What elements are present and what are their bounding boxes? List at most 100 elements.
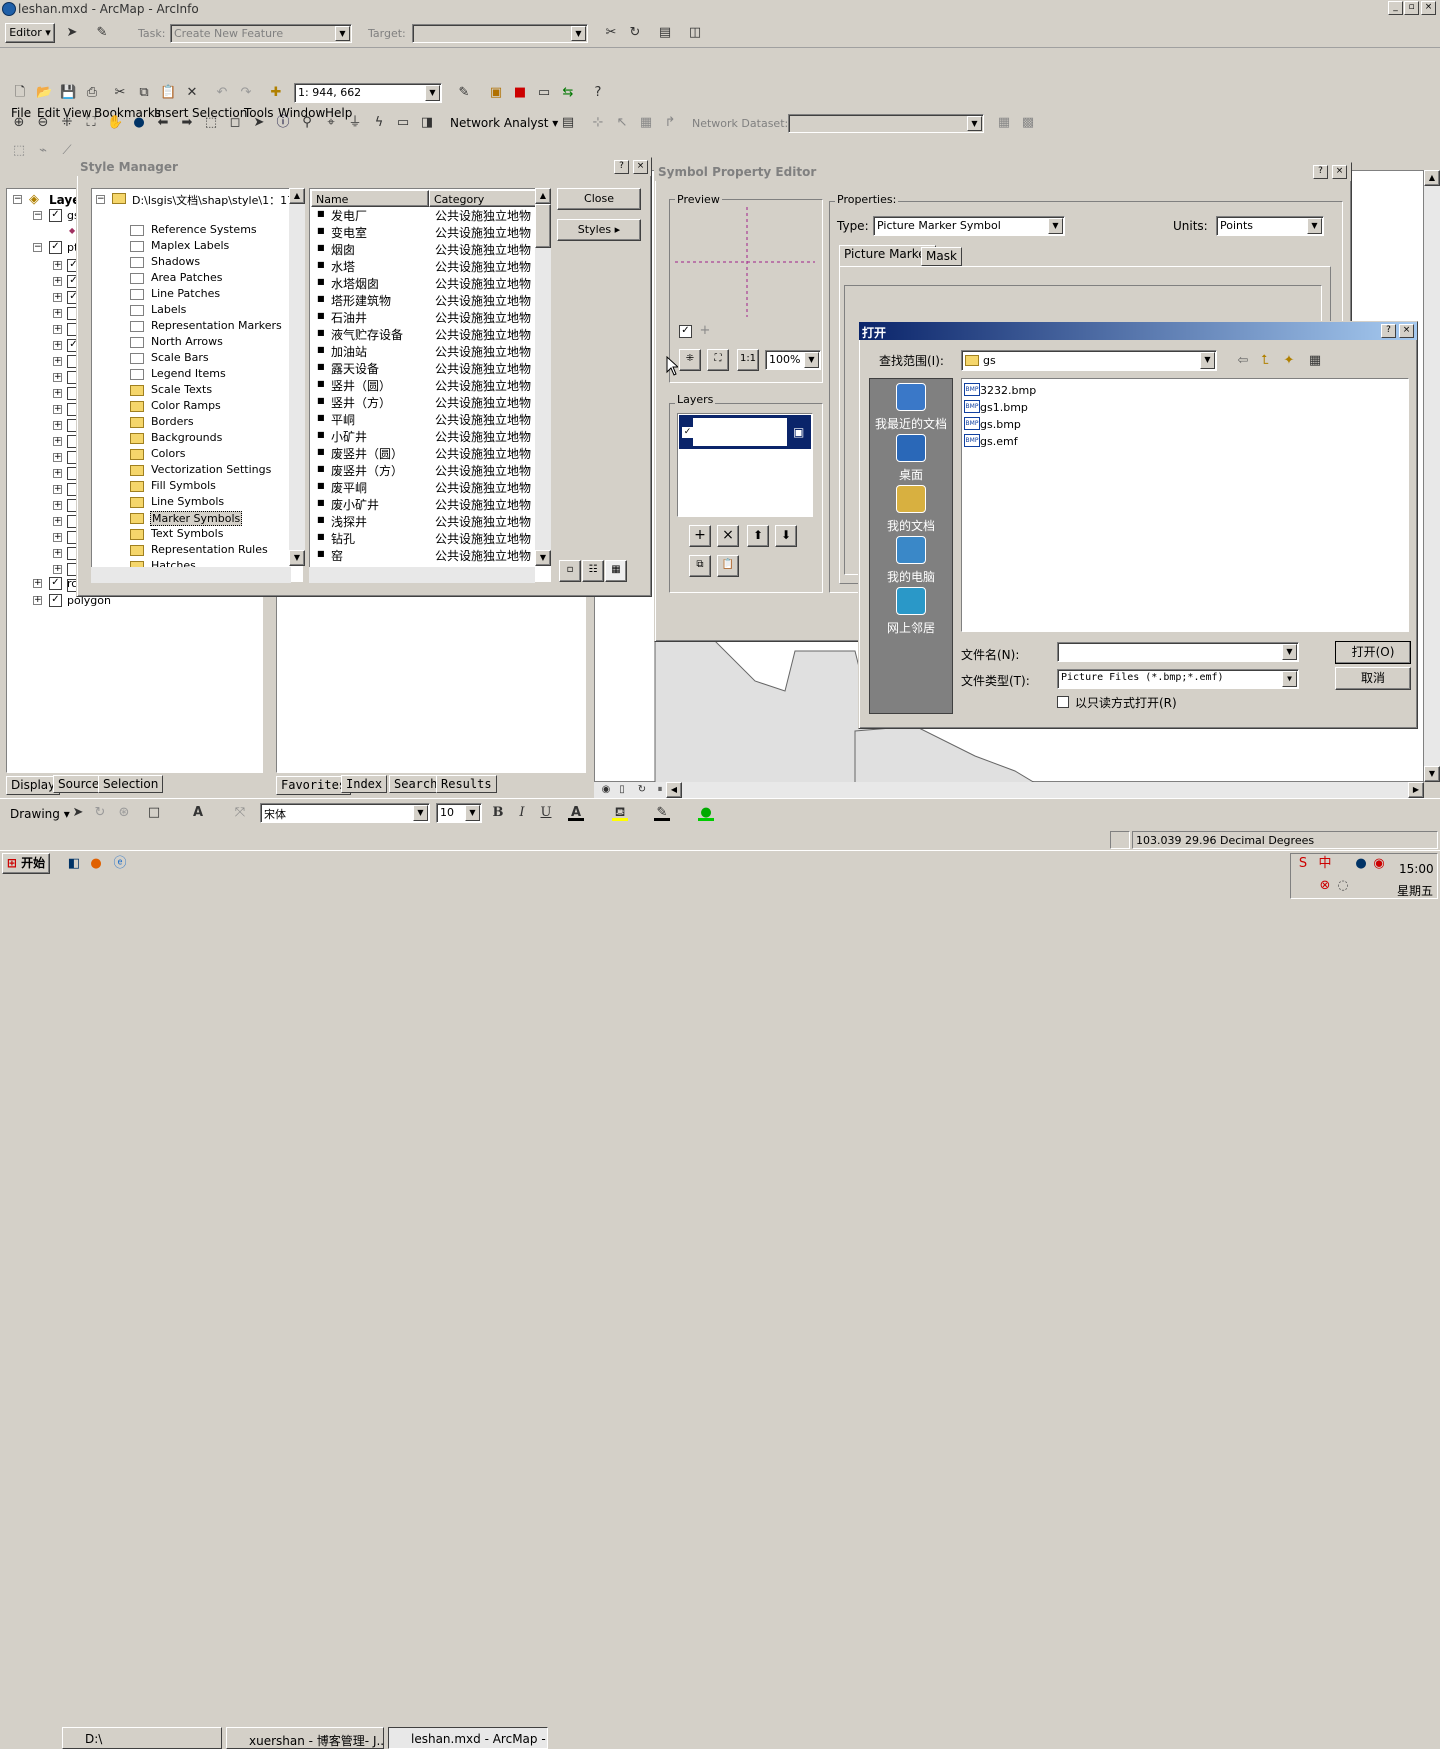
filename-input[interactable]: ▼ (1057, 642, 1299, 662)
map-hscroll[interactable]: ◉ ▯ ↻ ⏸ ◀ ▶ (594, 782, 1424, 798)
back-extent-icon[interactable]: ⬅ (155, 115, 171, 131)
fill-color-icon[interactable]: ⛾ (612, 805, 628, 821)
arccatalog-icon[interactable]: ▣ (488, 85, 504, 101)
zoom-whole-page-icon[interactable]: ⊛ (116, 805, 132, 821)
tree-vscroll-up[interactable]: ▲ (289, 188, 305, 204)
map-vscroll[interactable]: ▲ ▼ (1424, 170, 1440, 782)
remove-layer-button[interactable]: × (717, 525, 739, 547)
marker-color-icon[interactable]: ● (698, 805, 714, 821)
symbol-row[interactable]: ■ 废平峒 公共设施独立地物 (313, 479, 535, 496)
zoom-out-icon[interactable]: ⊖ (35, 115, 51, 131)
pan-icon[interactable]: ✋ (107, 115, 123, 131)
list-vscroll-up[interactable]: ▲ (535, 188, 551, 204)
symbol-row[interactable]: ■ 竖井（方） 公共设施独立地物 (313, 394, 535, 411)
tray-security-icon[interactable]: ◉ (1371, 856, 1387, 872)
close-button[interactable]: Close (557, 188, 641, 210)
draw-line-icon[interactable]: ⟋ (59, 143, 75, 159)
network-properties-icon[interactable]: ▩ (1020, 115, 1036, 131)
fixed-zoom-in-icon[interactable]: ⁜ (59, 115, 75, 131)
tab-mask[interactable]: Mask (921, 247, 962, 266)
symbol-row[interactable]: ■ 废竖井（圆） 公共设施独立地物 (313, 445, 535, 462)
style-folder-item[interactable]: Labels (150, 303, 187, 316)
tab-favorites[interactable]: Favorites (276, 776, 352, 795)
style-folder-item[interactable]: Fill Symbols (150, 479, 217, 492)
style-manager-close-x[interactable]: × (633, 160, 648, 174)
style-manager-help[interactable]: ? (614, 160, 629, 174)
ime-zh-icon[interactable]: 中 (1317, 856, 1333, 872)
data-view-icon[interactable]: ◉ (598, 782, 614, 798)
select-move-location-icon[interactable]: ↖ (614, 115, 630, 131)
place-item[interactable]: 我的电脑 (870, 568, 952, 585)
open-button[interactable]: 打开(O) (1335, 641, 1411, 664)
style-folder-item[interactable]: Color Ramps (150, 399, 222, 412)
pt-checkbox[interactable]: ✓ (49, 241, 62, 254)
select-elements-icon[interactable]: ➤ (251, 115, 267, 131)
restore-button[interactable]: ▫ (1404, 1, 1419, 15)
style-folder-item[interactable]: Marker Symbols (150, 511, 243, 526)
network-window-icon[interactable]: ▤ (560, 115, 576, 131)
italic-icon[interactable]: I (514, 805, 530, 821)
add-layer-button[interactable]: + (689, 525, 711, 547)
layer-lock-icon[interactable]: ▣ (793, 425, 804, 439)
symbol-row[interactable]: ■ 窑 公共设施独立地物 (313, 547, 535, 564)
new-doc-icon[interactable]: 🗋 (12, 85, 28, 101)
style-folder-item[interactable]: Text Symbols (150, 527, 224, 540)
symbol-row[interactable]: ■ 露天设备 公共设施独立地物 (313, 360, 535, 377)
sublayer-expand[interactable]: + (53, 293, 62, 302)
style-folder-item[interactable]: Borders (150, 415, 195, 428)
sublayer-expand[interactable]: + (53, 277, 62, 286)
network-dataset-combo[interactable]: ▼ (788, 114, 984, 133)
sublayer-expand[interactable]: + (53, 437, 62, 446)
sublayer-expand[interactable]: + (53, 261, 62, 270)
sublayer-expand[interactable]: + (53, 533, 62, 542)
symbol-row[interactable]: ■ 水塔 公共设施独立地物 (313, 258, 535, 275)
view-menu-icon[interactable]: ▦ (1307, 353, 1323, 369)
open-dialog-close[interactable]: × (1399, 324, 1414, 338)
list-view-icon[interactable]: ☷ (582, 560, 604, 582)
tray-speaker-icon[interactable]: ◌ (1335, 878, 1351, 894)
symbol-type-combo[interactable]: Picture Marker Symbol ▼ (873, 216, 1065, 236)
zoom-in-preview-icon[interactable]: ⁜ (679, 349, 701, 371)
symbol-row[interactable]: ■ 废小矿井 公共设施独立地物 (313, 496, 535, 513)
polygon-checkbox[interactable]: ✓ (49, 594, 62, 607)
actual-size-icon[interactable]: 1:1 (737, 349, 759, 371)
map-scale-combo[interactable]: 1: 944, 662 ▼ (294, 83, 442, 103)
sublayer-expand[interactable]: + (53, 549, 62, 558)
styles-button[interactable]: Styles ▸ (557, 219, 641, 241)
style-folder-item[interactable]: Backgrounds (150, 431, 223, 444)
target-combo[interactable]: ▼ (412, 24, 588, 43)
measure-icon[interactable]: ⏚ (347, 115, 363, 131)
symbol-row[interactable]: ■ 水塔烟囱 公共设施独立地物 (313, 275, 535, 292)
sublayer-expand[interactable]: + (53, 309, 62, 318)
gs-expand[interactable]: − (33, 211, 42, 220)
style-folder-item[interactable]: Representation Markers (150, 319, 283, 332)
undo-icon[interactable]: ↶ (214, 85, 230, 101)
symbol-row[interactable]: ■ 加油站 公共设施独立地物 (313, 343, 535, 360)
edit-arrow-icon[interactable]: ➤ (64, 25, 80, 41)
task-arcmap[interactable]: leshan.mxd - ArcMap - A... (388, 1727, 548, 1749)
symbol-editor-help[interactable]: ? (1313, 165, 1328, 179)
place-item[interactable]: 我的文档 (870, 517, 952, 534)
style-folder-item[interactable]: Shadows (150, 255, 201, 268)
close-window-button[interactable]: × (1421, 1, 1436, 15)
place-item[interactable]: 我最近的文档 (870, 415, 952, 432)
column-name[interactable]: Name (311, 190, 429, 207)
layers-list[interactable]: ✓ ▣ (677, 413, 813, 517)
new-folder-icon[interactable]: ✦ (1281, 353, 1297, 369)
select-features-icon[interactable]: ⬚ (203, 115, 219, 131)
sublayer-expand[interactable]: + (53, 405, 62, 414)
move-layer-down-button[interactable]: ⬇ (775, 525, 797, 547)
paste-layer-button[interactable]: 📋 (717, 555, 739, 577)
hscroll-right[interactable]: ▶ (1408, 782, 1424, 798)
tray-app-icon[interactable]: ⊗ (1317, 878, 1333, 894)
add-data-icon[interactable]: ✚ (268, 85, 284, 101)
root-collapse[interactable]: − (96, 195, 105, 204)
style-folder-item[interactable]: Colors (150, 447, 186, 460)
hscroll-left[interactable]: ◀ (666, 782, 682, 798)
move-layer-up-button[interactable]: ⬆ (747, 525, 769, 547)
selected-layer-row[interactable]: ✓ ▣ (679, 415, 811, 449)
identify-icon[interactable]: ⓘ (275, 115, 291, 131)
network-analyst-menu[interactable]: Network Analyst ▾ (450, 116, 558, 130)
zoom-combo[interactable]: 100% ▼ (765, 350, 821, 370)
details-view-icon[interactable]: ▦ (605, 560, 627, 582)
